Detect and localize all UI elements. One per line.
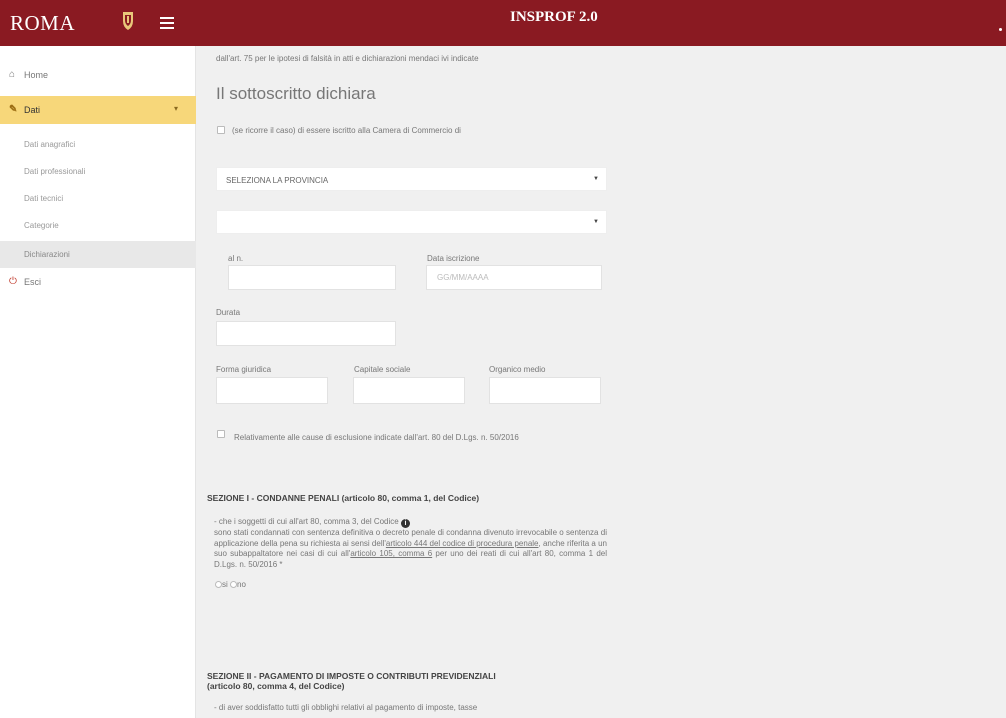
sezione-1-radio-group: si no: [215, 580, 246, 589]
data-iscrizione-label: Data iscrizione: [427, 254, 480, 263]
page-heading: Il sottoscritto dichiara: [216, 84, 376, 103]
sidebar-subitem-label: Dati professionali: [24, 167, 86, 176]
top-bar: ROMA INSPROF 2.0: [0, 0, 1006, 46]
organico-medio-label: Organico medio: [489, 365, 546, 374]
sidebar-subitem-dati-anagrafici[interactable]: Dati anagrafici: [0, 131, 196, 158]
home-icon: ⌂: [9, 69, 16, 80]
sidebar-subitem-dichiarazioni[interactable]: Dichiarazioni: [0, 241, 196, 268]
data-iscrizione-input[interactable]: GG/MM/AAAA: [426, 265, 602, 290]
info-icon[interactable]: i: [400, 519, 410, 528]
capitale-sociale-label: Capitale sociale: [354, 365, 411, 374]
organico-medio-input[interactable]: [489, 377, 601, 404]
provincia-select-value: SELEZIONA LA PROVINCIA: [226, 176, 329, 185]
sidebar-item-label: Home: [24, 70, 49, 80]
radio-no[interactable]: [230, 581, 238, 588]
chevron-down-icon: ▾: [174, 104, 179, 113]
sidebar: ⌂ Home ✎ Dati ▾ Dati anagrafici Dati pro…: [0, 46, 196, 718]
sezione-2-title: SEZIONE II - PAGAMENTO DI IMPOSTE O CONT…: [207, 671, 496, 681]
sidebar-item-label: Dati: [24, 105, 41, 115]
forma-giuridica-input[interactable]: [216, 377, 328, 404]
caret-down-icon: ▼: [593, 176, 599, 182]
link-articolo-444[interactable]: articolo 444 del codice di procedura pen…: [386, 539, 539, 548]
durata-label: Durata: [216, 308, 241, 317]
link-articolo-105[interactable]: articolo 105, comma 6: [350, 549, 432, 558]
radio-si[interactable]: [215, 581, 222, 588]
sidebar-subitem-categorie[interactable]: Categorie: [0, 212, 196, 239]
sezione-1-intro: - che i soggetti di cui all'art 80, comm…: [214, 517, 410, 528]
capitale-sociale-input[interactable]: [353, 377, 465, 404]
sidebar-item-esci[interactable]: ⏻ Esci: [0, 268, 196, 296]
secondary-select[interactable]: ▼: [216, 210, 607, 234]
al-n-label: al n.: [228, 254, 244, 263]
radio-no-label: no: [237, 580, 246, 589]
crest-icon: [123, 12, 133, 30]
camera-commercio-checkbox[interactable]: [217, 126, 225, 134]
app-title: INSPROF 2.0: [510, 9, 598, 25]
provincia-select[interactable]: SELEZIONA LA PROVINCIA ▼: [216, 167, 607, 191]
sidebar-subitem-label: Categorie: [24, 221, 59, 230]
sidebar-subitem-dati-tecnici[interactable]: Dati tecnici: [0, 185, 196, 212]
power-icon: ⏻: [9, 276, 17, 287]
sidebar-subitem-label: Dichiarazioni: [24, 250, 70, 259]
data-iscrizione-placeholder: GG/MM/AAAA: [437, 273, 489, 282]
user-menu-dot[interactable]: [999, 28, 1002, 31]
caret-down-icon: ▼: [593, 219, 599, 225]
sezione-2-subtitle: (articolo 80, comma 4, del Codice): [207, 681, 345, 691]
sidebar-subitem-label: Dati anagrafici: [24, 140, 76, 149]
edit-icon: ✎: [9, 104, 18, 115]
sezione-1-intro-text: - che i soggetti di cui all'art 80, comm…: [214, 517, 399, 526]
sidebar-item-label: Esci: [24, 277, 42, 287]
durata-input[interactable]: [216, 321, 396, 346]
camera-commercio-checkbox-label: (se ricorre il caso) di essere iscritto …: [232, 126, 461, 135]
sidebar-subitem-label: Dati tecnici: [24, 194, 64, 203]
menu-toggle-icon[interactable]: [160, 17, 174, 29]
brand-logo-text[interactable]: ROMA: [10, 11, 75, 36]
radio-si-label: si: [222, 580, 228, 589]
sezione-1-title: SEZIONE I - CONDANNE PENALI (articolo 80…: [207, 493, 480, 503]
sidebar-subitem-dati-professionali[interactable]: Dati professionali: [0, 158, 196, 185]
main-content: dall'art. 75 per le ipotesi di falsità i…: [207, 46, 617, 718]
cause-esclusione-label: Relativamente alle cause di esclusione i…: [234, 433, 519, 442]
top-note: dall'art. 75 per le ipotesi di falsità i…: [216, 54, 479, 63]
forma-giuridica-label: Forma giuridica: [216, 365, 272, 374]
sidebar-item-home[interactable]: ⌂ Home: [0, 61, 196, 89]
al-n-input[interactable]: [228, 265, 396, 290]
sezione-1-body: sono stati condannati con sentenza defin…: [214, 528, 607, 570]
sidebar-item-dati[interactable]: ✎ Dati ▾: [0, 96, 196, 124]
sezione-2-body: - di aver soddisfatto tutti gli obblighi…: [214, 703, 478, 712]
